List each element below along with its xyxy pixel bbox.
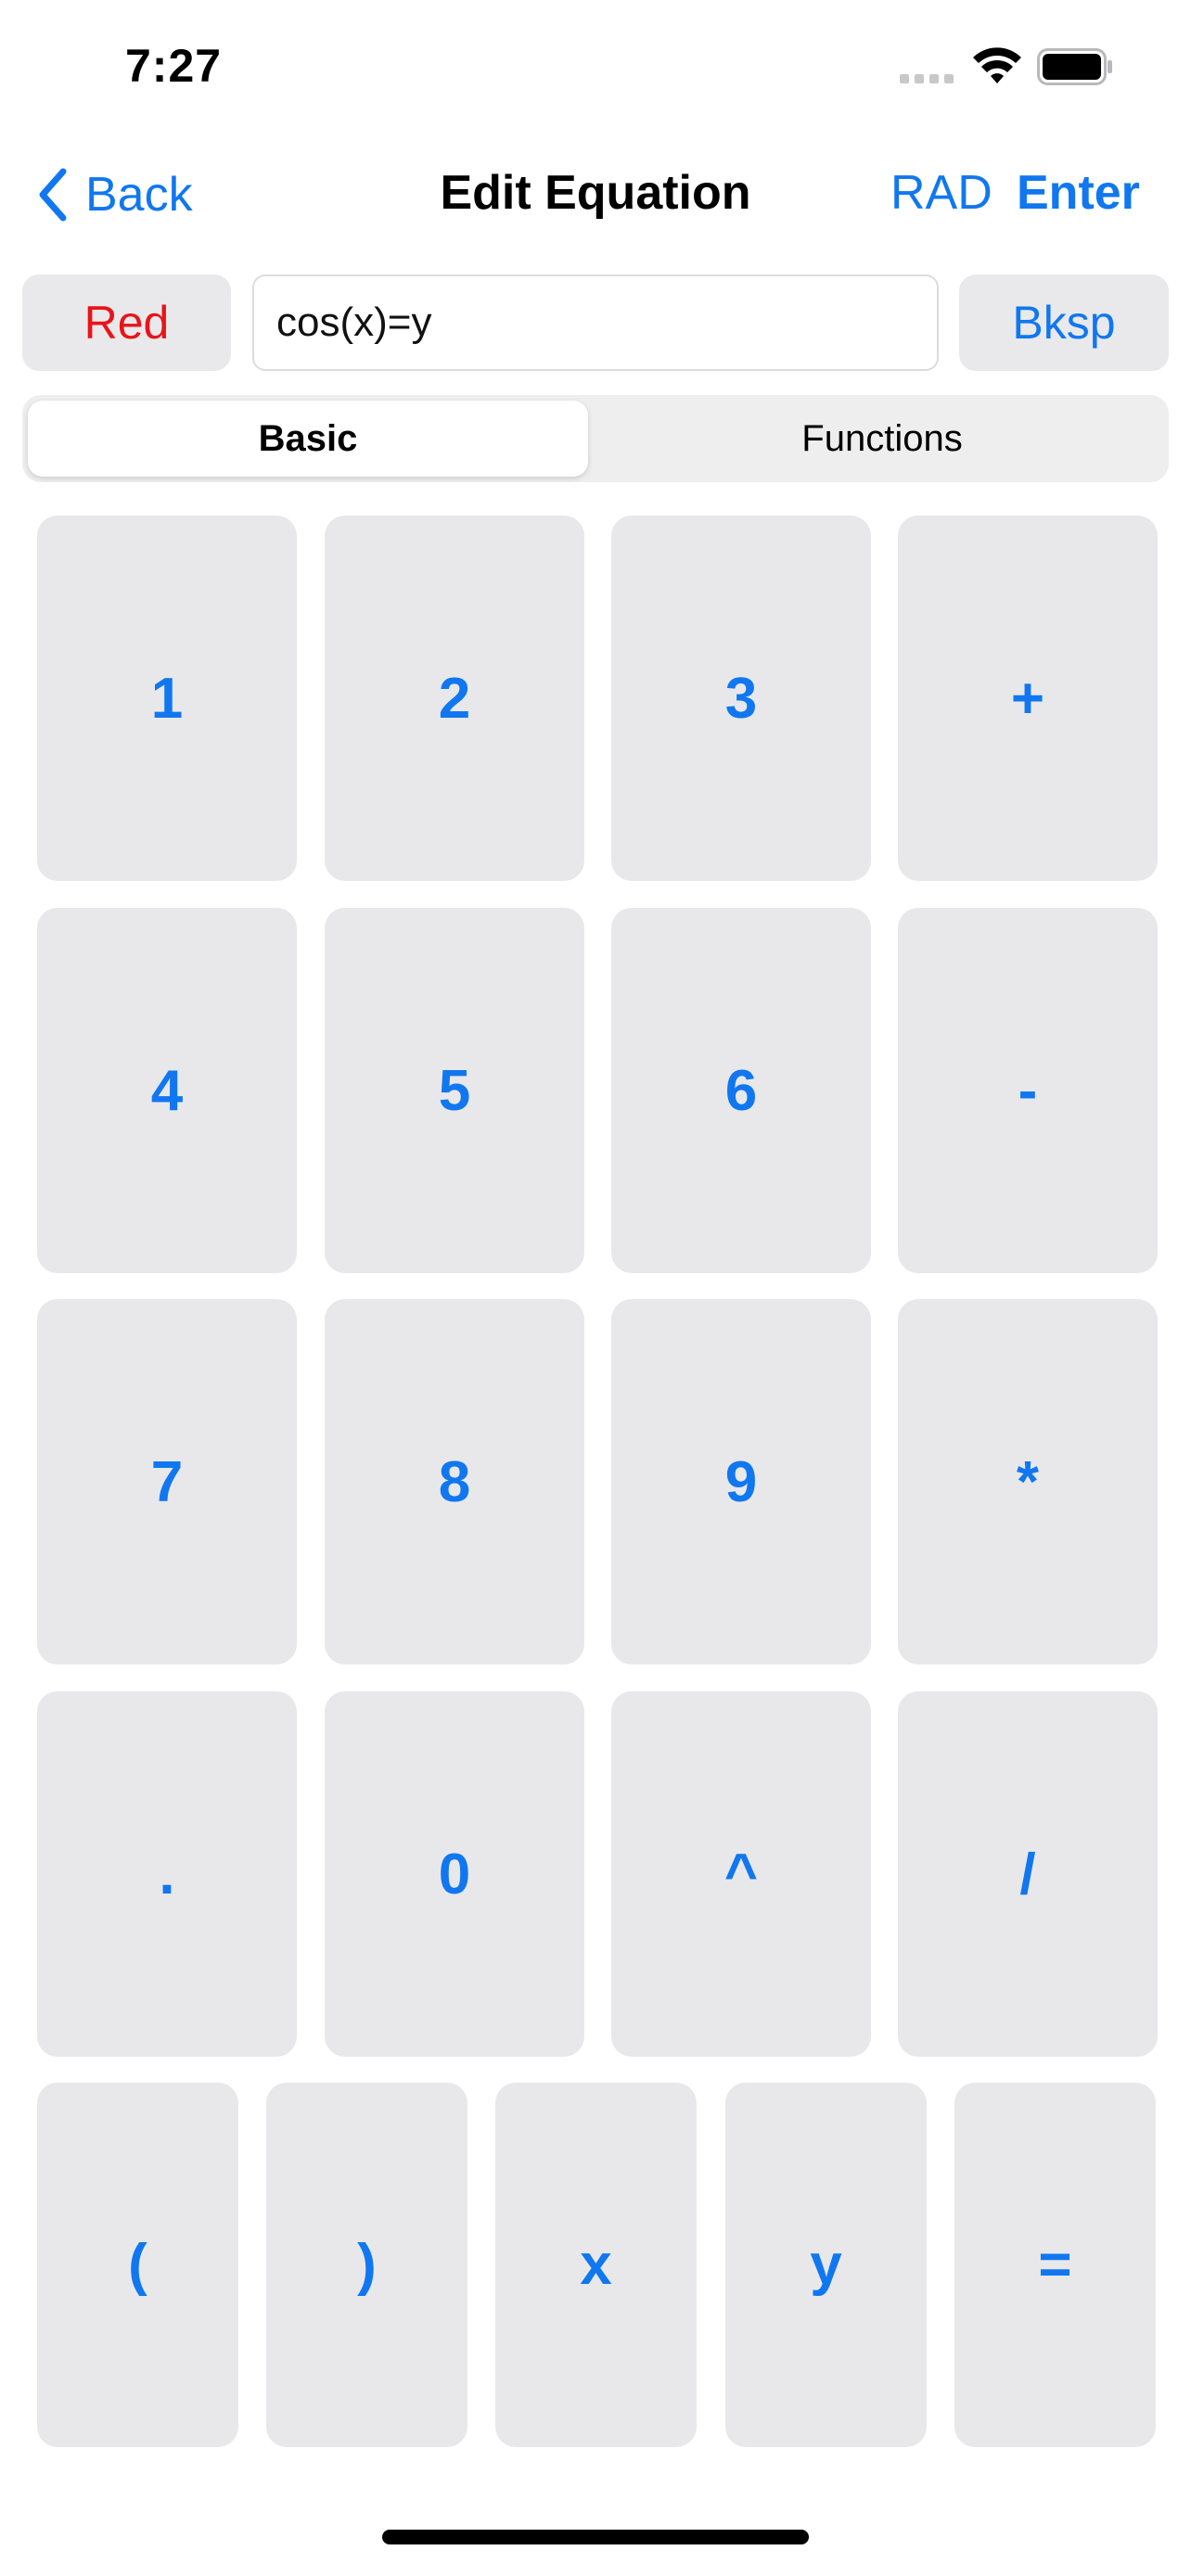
key-multiply[interactable]: *: [898, 1299, 1158, 1664]
key-7[interactable]: 7: [37, 1299, 297, 1664]
wifi-icon: [973, 47, 1021, 83]
status-time: 7:27: [125, 40, 223, 92]
cellular-signal-icon: [900, 74, 955, 83]
key-9[interactable]: 9: [611, 1299, 871, 1664]
key-plus[interactable]: +: [898, 516, 1158, 881]
battery-icon: [1037, 48, 1112, 85]
key-1[interactable]: 1: [37, 516, 297, 881]
enter-button[interactable]: Enter: [1017, 165, 1140, 221]
back-button[interactable]: Back: [33, 162, 193, 227]
key-decimal[interactable]: .: [37, 1691, 297, 2057]
home-indicator: [382, 2530, 809, 2544]
key-equals[interactable]: =: [954, 2083, 1156, 2447]
backspace-button[interactable]: Bksp: [959, 274, 1169, 371]
color-button[interactable]: Red: [22, 274, 231, 371]
key-minus[interactable]: -: [898, 908, 1158, 1273]
equation-input[interactable]: [252, 274, 939, 371]
key-open-paren[interactable]: (: [37, 2083, 238, 2447]
angle-mode-button[interactable]: RAD: [890, 165, 992, 221]
key-3[interactable]: 3: [611, 516, 871, 881]
back-label: Back: [85, 168, 193, 222]
chevron-left-icon: [39, 168, 67, 222]
tab-basic[interactable]: Basic: [28, 401, 588, 477]
key-close-paren[interactable]: ): [266, 2083, 467, 2447]
key-6[interactable]: 6: [611, 908, 871, 1273]
key-8[interactable]: 8: [325, 1299, 584, 1664]
key-y[interactable]: y: [725, 2083, 927, 2447]
key-x[interactable]: x: [495, 2083, 697, 2447]
key-0[interactable]: 0: [325, 1691, 584, 2057]
key-divide[interactable]: /: [898, 1691, 1158, 2057]
tab-functions[interactable]: Functions: [601, 401, 1163, 477]
mode-segmented-control: Basic Functions: [22, 395, 1169, 482]
key-5[interactable]: 5: [325, 908, 584, 1273]
key-power[interactable]: ^: [611, 1691, 871, 2057]
key-2[interactable]: 2: [325, 516, 584, 881]
key-4[interactable]: 4: [37, 908, 297, 1273]
